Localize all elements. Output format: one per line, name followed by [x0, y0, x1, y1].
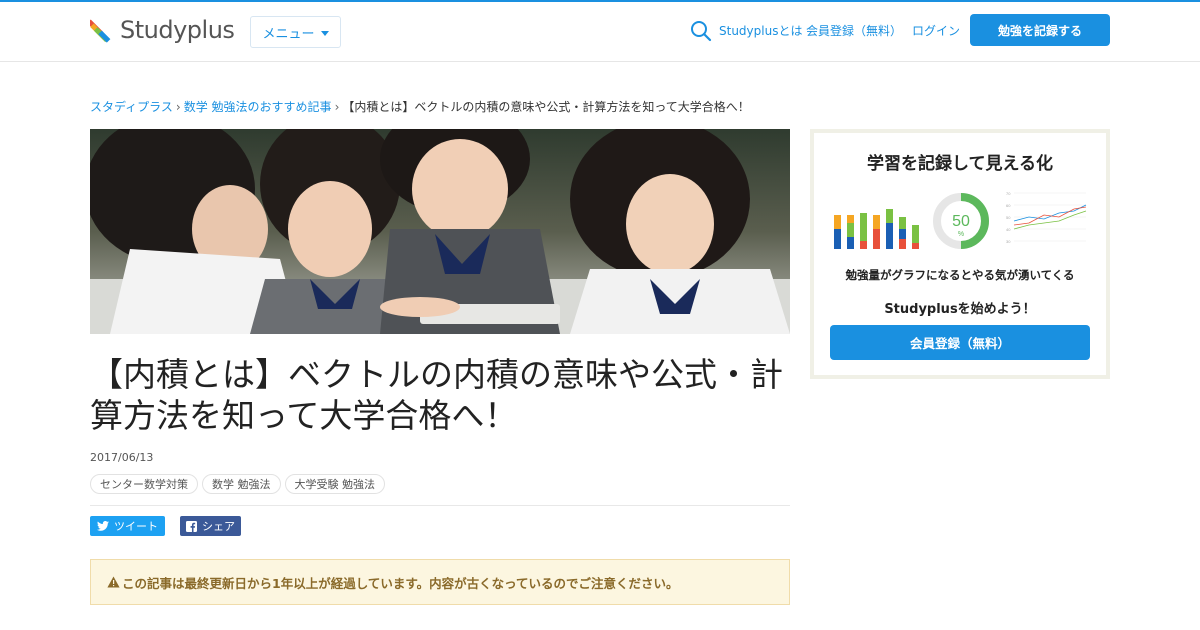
search-icon[interactable] — [690, 20, 712, 42]
axis-label: 50 — [1006, 215, 1011, 220]
axis-label: 60 — [1006, 203, 1011, 208]
record-study-button[interactable]: 勉強を記録する — [970, 14, 1110, 46]
logo-text: Studyplus — [120, 16, 235, 44]
divider — [90, 505, 790, 506]
tag-center-math[interactable]: センター数学対策 — [90, 474, 198, 494]
chevron-down-icon — [320, 30, 329, 36]
site-header: Studyplus メニュー Studyplusとは 会員登録（無料） ログイン… — [0, 2, 1200, 62]
facebook-share-button[interactable]: シェア — [180, 516, 241, 536]
hero-photo-illustration — [90, 129, 790, 334]
progress-donut-graphic: 50 % — [933, 193, 989, 249]
nav-about-link[interactable]: Studyplusとは — [719, 22, 802, 39]
tweet-button[interactable]: ツイート — [90, 516, 165, 536]
article-date: 2017/06/13 — [90, 451, 154, 464]
tag-univ-exam[interactable]: 大学受験 勉強法 — [284, 474, 385, 494]
breadcrumb-separator: › — [175, 100, 181, 114]
line-chart-graphic: 70 60 50 40 30 — [1006, 191, 1087, 244]
axis-label: 30 — [1006, 239, 1011, 244]
signup-sidebar: 学習を記録して見える化 50 % 70 60 50 40 30 勉強量がグラフに… — [810, 129, 1110, 379]
tag-list: センター数学対策 数学 勉強法 大学受験 勉強法 — [90, 474, 385, 494]
breadcrumb-home-link[interactable]: スタディプラス — [90, 100, 173, 114]
tag-math-study[interactable]: 数学 勉強法 — [202, 474, 281, 494]
menu-button[interactable]: メニュー — [250, 16, 341, 48]
breadcrumb-separator: › — [334, 100, 340, 114]
nav-register-link[interactable]: 会員登録（無料） — [806, 22, 902, 39]
tweet-label: ツイート — [114, 520, 158, 533]
sidebar-subtitle: Studyplusを始めよう！ — [884, 302, 1036, 317]
facebook-icon — [186, 520, 197, 532]
sidebar-title: 学習を記録して見える化 — [867, 154, 1053, 174]
notice-text: この記事は最終更新日から1年以上が経過しています。内容が古くなっているのでご注意… — [122, 575, 679, 591]
axis-label: 70 — [1006, 191, 1011, 196]
donut-value: 50 — [952, 213, 970, 230]
twitter-icon — [97, 521, 109, 531]
site-logo[interactable]: Studyplus — [90, 16, 235, 44]
logo-mark-icon — [90, 19, 111, 43]
breadcrumb-current: 【内積とは】ベクトルの内積の意味や公式・計算方法を知って大学合格へ！ — [342, 100, 750, 114]
hero-image — [90, 129, 790, 334]
axis-label: 40 — [1006, 227, 1011, 232]
article-title: 【内積とは】ベクトルの内積の意味や公式・計算方法を知って大学合格へ！ — [90, 355, 783, 435]
sidebar-description: 勉強量がグラフになるとやる気が湧いてくる — [845, 268, 1075, 282]
facebook-share-label: シェア — [202, 520, 235, 533]
breadcrumb: スタディプラス › 数学 勉強法のおすすめ記事 › 【内積とは】ベクトルの内積の意味や公… — [90, 98, 750, 115]
nav-login-link[interactable]: ログイン — [912, 22, 960, 39]
warning-icon — [107, 576, 120, 588]
donut-unit: % — [958, 231, 964, 238]
study-graphs-illustration: 50 % 70 60 50 40 30 — [834, 191, 1087, 249]
breadcrumb-category-link[interactable]: 数学 勉強法のおすすめ記事 — [184, 100, 332, 114]
outdated-notice: この記事は最終更新日から1年以上が経過しています。内容が古くなっているのでご注意… — [90, 559, 790, 605]
sidebar-register-button[interactable]: 会員登録（無料） — [830, 325, 1090, 360]
stacked-bar-graphic — [834, 209, 919, 249]
menu-button-label: メニュー — [262, 26, 315, 42]
